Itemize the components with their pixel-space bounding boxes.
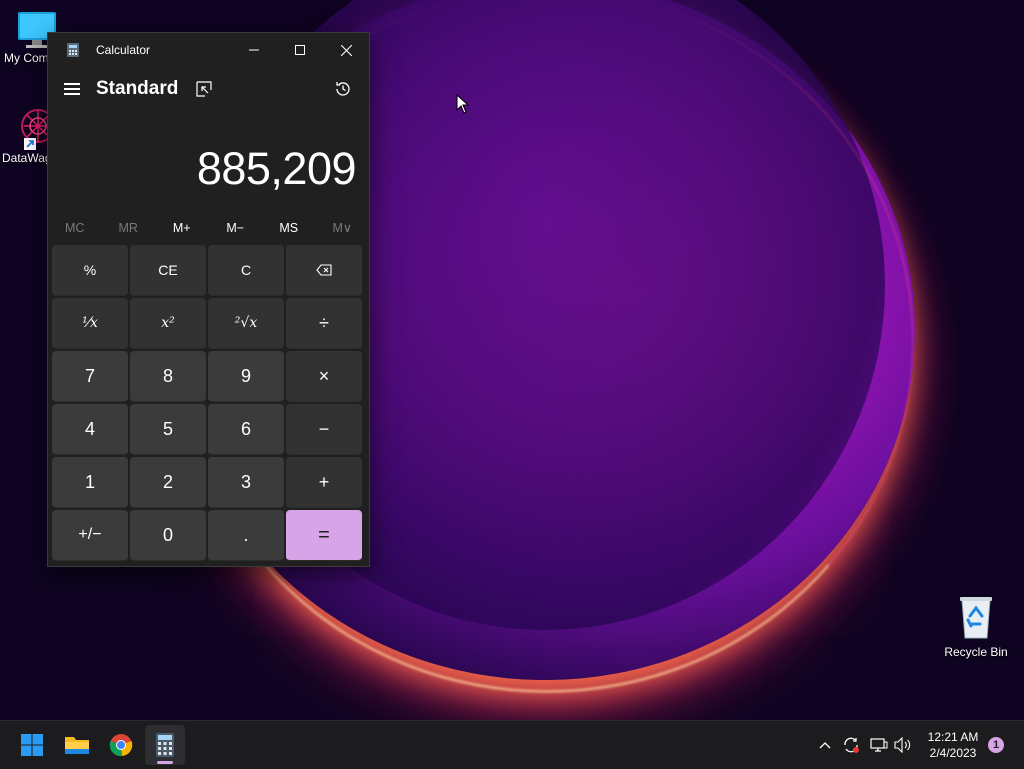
show-hidden-icons-button[interactable] [818, 721, 832, 769]
square-label: x² [161, 315, 175, 331]
memory-row: MC MR M+ M− MS M∨ [48, 215, 369, 241]
history-button[interactable] [334, 80, 352, 103]
recycle-bin-icon [940, 594, 1012, 643]
digit-4-button[interactable]: 4 [52, 404, 128, 455]
digit-8-button[interactable]: 8 [130, 351, 206, 402]
minimize-icon [249, 49, 259, 51]
window-title: Calculator [96, 43, 151, 57]
percent-button[interactable]: % [52, 245, 128, 296]
notification-badge[interactable]: 1 [988, 737, 1004, 753]
calculator-icon [156, 733, 174, 757]
network-button[interactable] [870, 721, 888, 769]
clear-button[interactable]: C [208, 245, 284, 296]
reciprocal-label: ¹⁄x [82, 315, 98, 331]
calculator-mode-title: Standard [96, 78, 179, 99]
memory-recall-button[interactable]: MR [102, 215, 156, 241]
calculator-window: Calculator Standard 885,209 MC MR M+ M− … [47, 32, 370, 567]
calculator-app-icon [67, 43, 79, 57]
active-app-indicator [157, 761, 173, 764]
file-explorer-icon [65, 737, 89, 754]
digit-0-button[interactable]: 0 [130, 510, 206, 561]
maximize-button[interactable] [277, 33, 323, 67]
digit-2-button[interactable]: 2 [130, 457, 206, 508]
close-button[interactable] [323, 33, 369, 67]
memory-list-button[interactable]: M∨ [316, 215, 370, 241]
subtract-button[interactable]: − [286, 404, 362, 455]
divide-button[interactable]: ÷ [286, 298, 362, 349]
calculator-display: 885,209 [196, 143, 357, 194]
square-root-label: ²√x [234, 315, 258, 331]
memory-clear-button[interactable]: MC [48, 215, 102, 241]
volume-button[interactable] [894, 721, 912, 769]
history-icon [336, 82, 350, 96]
multiply-button[interactable]: × [286, 351, 362, 402]
taskbar-file-explorer[interactable] [57, 725, 97, 765]
keypad: % CE C ¹⁄x x² ²√x ÷ 7 8 9 × 4 5 6 − 1 2 … [52, 245, 365, 561]
square-root-button[interactable]: ²√x [208, 298, 284, 349]
digit-3-button[interactable]: 3 [208, 457, 284, 508]
chrome-icon [109, 734, 133, 757]
square-button[interactable]: x² [130, 298, 206, 349]
close-icon [340, 44, 352, 56]
navigation-menu-button[interactable] [64, 83, 80, 95]
equals-button[interactable]: = [286, 510, 362, 561]
system-clock[interactable]: 12:21 AM 2/4/2023 [918, 729, 988, 761]
digit-1-button[interactable]: 1 [52, 457, 128, 508]
desktop-icon-label: Recycle Bin [944, 645, 1008, 659]
start-icon [21, 734, 43, 756]
sync-icon [844, 737, 859, 753]
decimal-button[interactable]: . [208, 510, 284, 561]
mouse-cursor-icon [456, 93, 470, 119]
digit-9-button[interactable]: 9 [208, 351, 284, 402]
keep-on-top-button[interactable] [196, 81, 212, 102]
minimize-button[interactable] [231, 33, 277, 67]
backspace-icon [316, 264, 332, 276]
keep-on-top-icon [196, 81, 212, 97]
digit-7-button[interactable]: 7 [52, 351, 128, 402]
clock-time: 12:21 AM [927, 730, 979, 744]
title-bar[interactable]: Calculator [48, 33, 369, 67]
memory-store-button[interactable]: MS [262, 215, 316, 241]
taskbar-chrome[interactable] [101, 725, 141, 765]
negate-button[interactable]: +/− [52, 510, 128, 561]
reciprocal-button[interactable]: ¹⁄x [52, 298, 128, 349]
clear-entry-button[interactable]: CE [130, 245, 206, 296]
clock-date: 2/4/2023 [929, 746, 977, 760]
sync-status-button[interactable] [842, 721, 860, 769]
start-button[interactable] [12, 725, 52, 765]
add-button[interactable]: + [286, 457, 362, 508]
desktop-icon-recycle-bin[interactable]: Recycle Bin [940, 594, 1012, 659]
network-icon [870, 738, 888, 752]
taskbar: 12:21 AM 2/4/2023 1 [0, 720, 1024, 769]
memory-add-button[interactable]: M+ [155, 215, 209, 241]
backspace-button[interactable] [286, 245, 362, 296]
digit-6-button[interactable]: 6 [208, 404, 284, 455]
memory-subtract-button[interactable]: M− [209, 215, 263, 241]
volume-icon [894, 737, 911, 753]
taskbar-calculator[interactable] [145, 725, 185, 765]
digit-5-button[interactable]: 5 [130, 404, 206, 455]
calculator-header: Standard [48, 67, 369, 111]
chevron-up-icon [819, 742, 831, 749]
maximize-icon [295, 45, 305, 55]
